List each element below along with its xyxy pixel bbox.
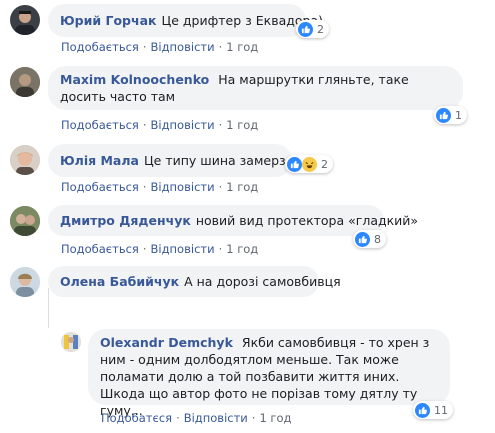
comment-author[interactable]: Юлія Мала [60,152,139,169]
reaction-count[interactable]: 2 [296,20,329,38]
avatar[interactable] [10,5,40,35]
reaction-number: 8 [374,232,381,246]
reaction-count[interactable]: 11 [413,401,453,419]
avatar[interactable] [10,145,40,175]
avatar[interactable] [61,332,81,352]
comment-author[interactable]: Olexandr Demchyk [100,335,233,350]
like-icon [415,402,430,418]
reaction-number: 2 [321,157,328,171]
reaction-count[interactable]: 2 [285,155,333,173]
like-icon [287,156,302,172]
comment-bubble: Олена Бабийчук А на дорозі самовбивця [48,266,341,297]
reaction-number: 11 [434,403,448,417]
reply-link[interactable]: Відповісти [151,118,215,132]
comment-text: новий вид протектора «гладкий» [195,213,419,228]
reaction-count[interactable]: 8 [353,230,386,248]
avatar[interactable] [10,206,40,236]
comment-author[interactable]: Дмитро Дяденчук [60,212,191,229]
comment-author[interactable]: Юрий Горчак [60,12,157,29]
comment-time[interactable]: 1 год [226,180,258,194]
avatar[interactable] [10,267,40,297]
comment-bubble: Юрий Горчак Це дрифтер з Еквадора) [48,4,323,37]
comment-actions: Подобається · Відповісти · 1 год [61,118,259,132]
like-icon [298,21,313,37]
comment-actions: Подобається · Відповісти · 1 год [61,40,259,54]
comment-actions: Подобатєся · Відповісти · 1 год [101,411,292,425]
reply-link[interactable]: Відповісти [184,411,248,425]
comment-bubble: Юлія Мала Це типу шина замерзла?) [48,144,313,177]
reaction-number: 1 [455,108,462,122]
like-icon [436,107,451,123]
comment-time[interactable]: 1 год [226,118,258,132]
comment-text: А на дорозі самовбивця [184,274,341,289]
comment-author[interactable]: Олена Бабийчук [60,273,179,290]
like-icon [355,231,370,247]
haha-icon [302,156,317,172]
comment-actions: Подобається · Відповісти · 1 год [61,180,259,194]
like-link[interactable]: Подобається [61,118,139,132]
avatar[interactable] [10,67,40,97]
comment-bubble: Maxim Kolnoochenko На маршрутки гляньте,… [48,66,463,110]
comment-time[interactable]: 1 год [259,411,291,425]
like-link[interactable]: Подобатєся [101,411,172,425]
reply-link[interactable]: Відповісти [151,40,215,54]
reaction-number: 2 [317,22,324,36]
reply-thread-line [48,288,49,328]
reply-link[interactable]: Відповісти [151,180,215,194]
comment-actions: Подобається · Відповісти · 1 год [61,242,259,256]
comment-bubble: Дмитро Дяденчук новий вид протектора «гл… [48,205,418,236]
reaction-count[interactable]: 1 [434,106,467,124]
like-link[interactable]: Подобається [61,180,139,194]
like-link[interactable]: Подобається [61,40,139,54]
comment-author[interactable]: Maxim Kolnoochenko [60,72,209,87]
like-link[interactable]: Подобається [61,242,139,256]
comment-time[interactable]: 1 год [226,40,258,54]
comment-bubble: Olexandr Demchyk Якби самовбивця - то хр… [88,329,450,418]
reply-link[interactable]: Відповісти [151,242,215,256]
comment-time[interactable]: 1 год [226,242,258,256]
